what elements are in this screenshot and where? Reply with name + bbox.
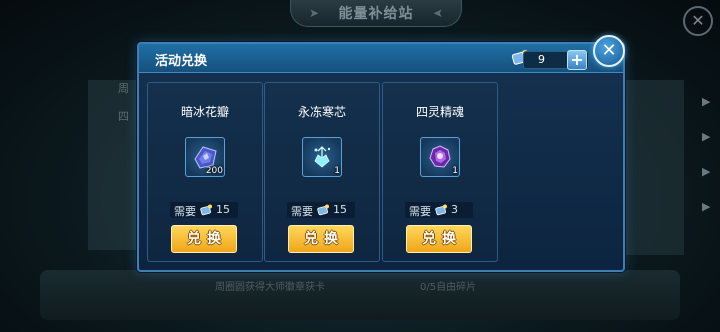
background-arrow-icon: ▶ — [702, 165, 711, 178]
cost-box: 需要 15 — [287, 202, 355, 218]
item-card: 暗冰花瓣 200 需要 15 兑换 — [147, 82, 263, 262]
background-right-panel — [622, 80, 684, 255]
background-header: ➤ 能量补给站 ➤ — [290, 0, 462, 27]
close-dialog-button[interactable]: ✕ — [593, 35, 625, 67]
dialog-title: 活动兑换 — [155, 54, 208, 69]
background-arrow-icon: ▶ — [702, 130, 711, 143]
background-floor-text: 周圈圆获得大师徽章获卡 — [215, 282, 325, 293]
item-name: 暗冰花瓣 — [180, 105, 229, 119]
cost-box: 需要 15 — [170, 202, 238, 218]
background-left-label: 四 — [118, 110, 129, 123]
dialog-header: 活动兑换 9 + — [139, 44, 623, 73]
cost-label: 需要 — [291, 205, 313, 218]
exchange-button[interactable]: 兑换 — [171, 225, 237, 253]
item-count: 1 — [452, 166, 458, 176]
item-name: 永冻寒芯 — [297, 105, 346, 119]
background-close-icon: ✕ — [683, 6, 713, 36]
item-slot[interactable]: 200 — [185, 137, 225, 177]
item-count: 200 — [205, 166, 223, 176]
background-arrow-icon: ▶ — [702, 200, 711, 213]
item-card: 四灵精魂 1 需要 3 兑换 — [382, 82, 498, 262]
exchange-button[interactable]: 兑换 — [406, 225, 472, 253]
exchange-dialog: 活动兑换 9 + 暗冰花瓣 200 需要 15 兑换 永冻寒芯 1 需要 15 … — [137, 42, 625, 272]
cost-label: 需要 — [174, 205, 196, 218]
cost-value: 15 — [216, 203, 230, 216]
item-slot[interactable]: 1 — [302, 137, 342, 177]
item-card: 永冻寒芯 1 需要 15 兑换 — [264, 82, 380, 262]
background-left-label-top: 周 — [118, 82, 129, 95]
cost-value: 3 — [451, 203, 458, 216]
cost-label: 需要 — [409, 205, 431, 218]
ticket-currency-icon — [317, 204, 329, 216]
background-floor-text-right: 0/5自由碎片 — [420, 282, 477, 293]
wing-right-icon: ➤ — [432, 6, 443, 20]
background-left-panel — [88, 80, 141, 250]
ticket-currency-icon — [435, 204, 447, 216]
exchange-button[interactable]: 兑换 — [288, 225, 354, 253]
item-count: 1 — [334, 166, 340, 176]
background-floor — [40, 270, 680, 320]
item-slot[interactable]: 1 — [420, 137, 460, 177]
add-currency-button[interactable]: + — [567, 50, 587, 70]
cost-box: 需要 3 — [405, 202, 473, 218]
cost-value: 15 — [333, 203, 347, 216]
currency-value: 9 — [538, 53, 545, 66]
item-name: 四灵精魂 — [415, 105, 464, 119]
background-arrow-icon: ▶ — [702, 95, 711, 108]
ticket-currency-icon — [200, 204, 212, 216]
